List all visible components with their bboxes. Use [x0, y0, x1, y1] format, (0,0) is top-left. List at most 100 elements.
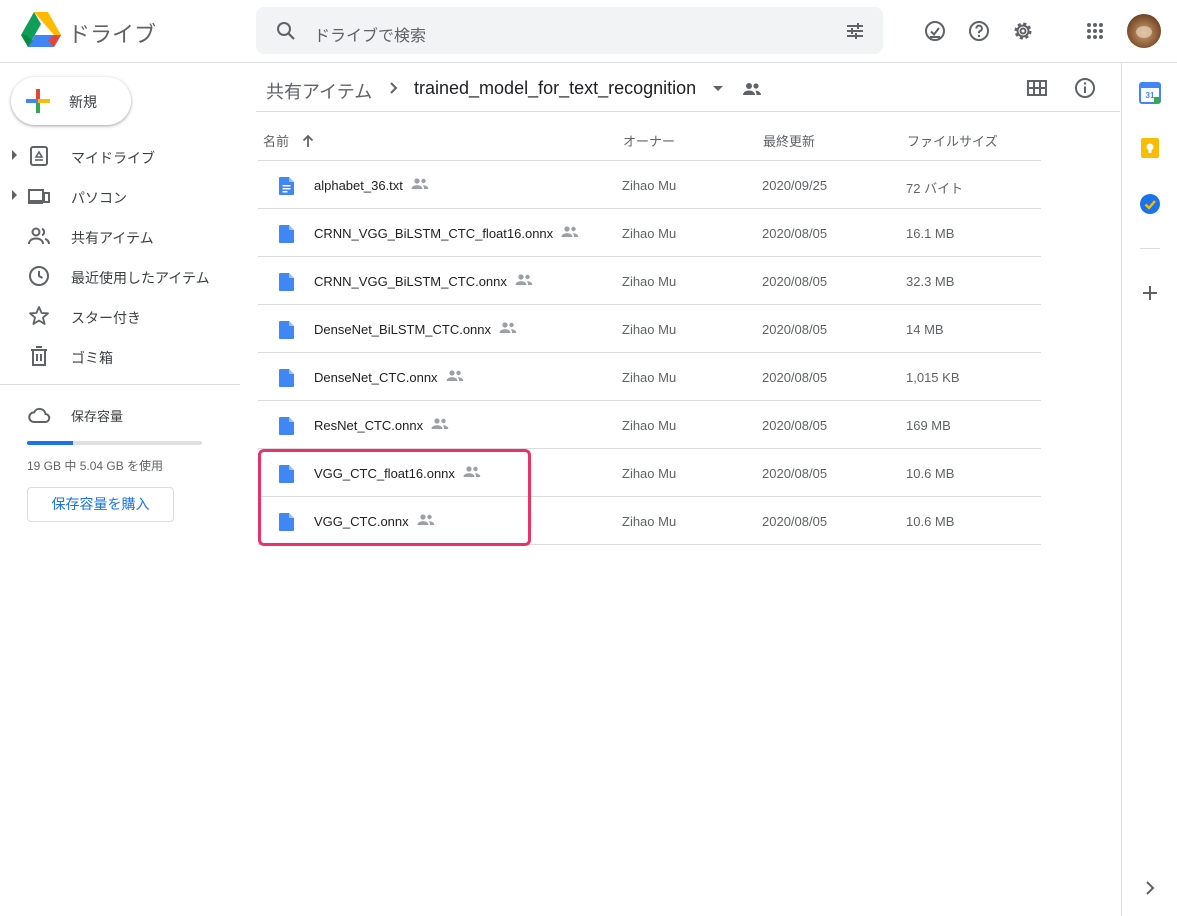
file-size: 10.6 MB	[906, 466, 955, 481]
calendar-icon[interactable]: 31	[1139, 82, 1161, 104]
file-owner: Zihao Mu	[622, 418, 677, 433]
breadcrumb-current-folder[interactable]: trained_model_for_text_recognition	[414, 78, 696, 99]
side-panel: 31	[1121, 63, 1177, 916]
dropdown-arrow-icon[interactable]	[713, 86, 723, 91]
file-modified-date: 2020/08/05	[762, 274, 828, 289]
column-header-name[interactable]: 名前	[263, 131, 315, 150]
storage-usage-bar	[27, 441, 202, 445]
column-header-size[interactable]: ファイルサイズ	[907, 131, 998, 150]
my-drive-icon	[30, 146, 48, 166]
file-size: 169 MB	[906, 418, 951, 433]
search-input[interactable]: ドライブで検索	[314, 22, 426, 46]
sidebar-item-recent[interactable]: 最近使用したアイテム	[0, 256, 240, 296]
table-row[interactable]: CRNN_VGG_BiLSTM_CTC_float16.onnx Zihao Mu…	[258, 209, 1041, 257]
file-modified-date: 2020/08/05	[762, 418, 828, 433]
sidebar-item-label: パソコン	[71, 190, 127, 206]
file-name[interactable]: CRNN_VGG_BiLSTM_CTC.onnx	[314, 274, 507, 289]
shared-with-me-icon	[28, 227, 50, 245]
file-icon	[279, 369, 294, 387]
app-name[interactable]: ドライブ	[68, 17, 156, 49]
buy-storage-button[interactable]: 保存容量を購入	[27, 487, 174, 522]
expand-arrow-icon[interactable]	[12, 150, 17, 160]
file-owner: Zihao Mu	[622, 274, 677, 289]
drive-logo-icon[interactable]	[21, 12, 61, 48]
file-icon	[279, 321, 294, 339]
table-row[interactable]: CRNN_VGG_BiLSTM_CTC.onnx Zihao Mu 2020/08/…	[258, 257, 1041, 305]
file-name[interactable]: ResNet_CTC.onnx	[314, 418, 423, 433]
cloud-icon	[28, 407, 51, 423]
account-avatar[interactable]	[1127, 14, 1161, 48]
shared-people-icon	[431, 418, 449, 429]
sidebar-item-label: ゴミ箱	[71, 350, 113, 366]
plus-icon	[26, 89, 50, 113]
file-name[interactable]: DenseNet_CTC.onnx	[314, 370, 438, 385]
shared-people-icon	[411, 178, 429, 189]
table-row[interactable]: DenseNet_BiLSTM_CTC.onnx Zihao Mu 2020/08/…	[258, 305, 1041, 353]
file-name[interactable]: DenseNet_BiLSTM_CTC.onnx	[314, 322, 491, 337]
shared-people-icon	[515, 274, 533, 285]
grid-view-icon[interactable]	[1025, 76, 1049, 100]
add-addon-plus-icon[interactable]	[1139, 282, 1161, 304]
help-icon[interactable]	[967, 19, 991, 43]
column-header-owner[interactable]: オーナー	[623, 131, 675, 150]
apps-grid-icon[interactable]	[1083, 19, 1107, 43]
sidebar-item-label: スター付き	[71, 310, 141, 326]
sidebar-item-label: 最近使用したアイテム	[71, 270, 210, 286]
search-options-icon[interactable]	[843, 19, 867, 43]
sidebar-item-trash[interactable]: ゴミ箱	[0, 336, 240, 376]
file-icon	[279, 273, 294, 291]
search-icon[interactable]	[274, 19, 298, 43]
top-bar: ドライブ ドライブで検索	[0, 0, 1177, 63]
file-modified-date: 2020/08/05	[762, 370, 828, 385]
recent-clock-icon	[29, 266, 49, 286]
keep-icon[interactable]	[1139, 137, 1161, 159]
chevron-right-expand-icon[interactable]	[1139, 877, 1161, 899]
table-row[interactable]: alphabet_36.txt Zihao Mu 2020/09/25 72 バイト	[258, 161, 1041, 209]
shared-people-icon	[499, 322, 517, 333]
file-size: 14 MB	[906, 322, 944, 337]
file-name[interactable]: CRNN_VGG_BiLSTM_CTC_float16.onnx	[314, 226, 553, 241]
file-modified-date: 2020/08/05	[762, 514, 828, 529]
sidebar-item-my-drive[interactable]: マイドライブ	[0, 136, 240, 176]
storage-usage-fill	[27, 441, 74, 445]
file-size: 72 バイト	[906, 181, 964, 196]
new-button[interactable]: 新規	[11, 77, 131, 125]
search-bar[interactable]: ドライブで検索	[256, 7, 883, 54]
file-name[interactable]: alphabet_36.txt	[314, 178, 403, 193]
svg-text:31: 31	[1146, 91, 1155, 100]
table-row[interactable]: DenseNet_CTC.onnx Zihao Mu 2020/08/05 1,015…	[258, 353, 1041, 401]
file-owner: Zihao Mu	[622, 466, 677, 481]
file-size: 32.3 MB	[906, 274, 955, 289]
file-icon	[279, 417, 294, 435]
offline-ready-icon[interactable]	[923, 19, 947, 43]
storage-usage-text: 19 GB 中 5.04 GB を使用	[27, 459, 164, 473]
breadcrumb-parent[interactable]: 共有アイテム	[266, 78, 372, 104]
trash-icon	[31, 346, 47, 366]
column-header-name-label: 名前	[263, 134, 290, 149]
star-icon	[29, 306, 49, 325]
table-row[interactable]: ResNet_CTC.onnx Zihao Mu 2020/08/05 169 MB	[258, 401, 1041, 449]
settings-gear-icon[interactable]	[1011, 19, 1035, 43]
file-size: 1,015 KB	[906, 370, 960, 385]
sidebar-item-computers[interactable]: パソコン	[0, 176, 240, 216]
sidebar-item-shared[interactable]: 共有アイテム	[0, 216, 240, 256]
sidebar-item-label: 共有アイテム	[71, 230, 154, 246]
sidebar-item-starred[interactable]: スター付き	[0, 296, 240, 336]
sidebar-item-label: マイドライブ	[71, 150, 155, 166]
file-owner: Zihao Mu	[622, 370, 677, 385]
shared-people-icon	[446, 370, 464, 381]
chevron-right-icon	[390, 82, 398, 94]
file-icon	[279, 225, 294, 243]
sort-arrow-up-icon[interactable]	[301, 134, 315, 148]
info-icon[interactable]	[1073, 76, 1097, 100]
shared-people-icon	[561, 226, 579, 237]
column-header-modified[interactable]: 最終更新	[763, 131, 815, 150]
sidebar-divider	[0, 384, 240, 385]
tasks-icon[interactable]	[1139, 193, 1161, 215]
file-size: 10.6 MB	[906, 514, 955, 529]
file-modified-date: 2020/08/05	[762, 226, 828, 241]
file-owner: Zihao Mu	[622, 514, 677, 529]
shared-folder-people-icon	[743, 83, 761, 95]
storage-title[interactable]: 保存容量	[71, 406, 123, 425]
expand-arrow-icon[interactable]	[12, 190, 17, 200]
